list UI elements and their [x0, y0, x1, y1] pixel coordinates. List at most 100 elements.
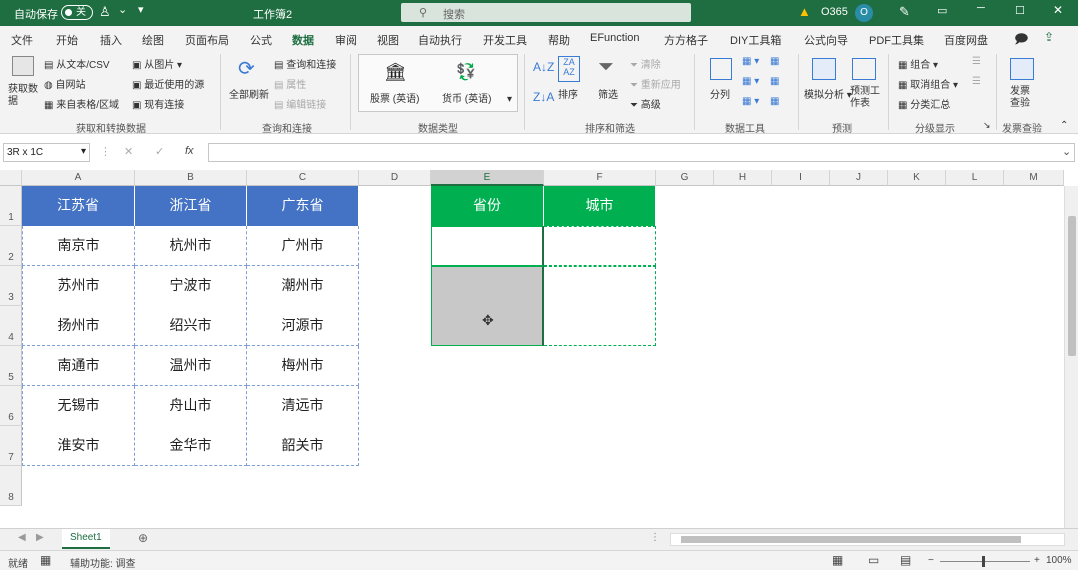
- table-cell-merged[interactable]: 潮州市 河源市: [247, 266, 359, 346]
- reapply-button[interactable]: ⏷ 重新应用: [630, 76, 681, 91]
- tab-diy[interactable]: DIY工具箱: [730, 32, 781, 48]
- show-detail-icon[interactable]: ☰: [972, 56, 981, 67]
- tab-data[interactable]: 数据: [292, 32, 314, 52]
- column-header-b[interactable]: B: [135, 170, 247, 186]
- tab-formulas[interactable]: 公式: [250, 32, 272, 48]
- data-validation-icon[interactable]: ▦ ▾: [742, 96, 759, 107]
- select-all-corner[interactable]: [0, 170, 22, 186]
- vertical-scrollbar[interactable]: [1064, 186, 1078, 528]
- column-header-e[interactable]: E: [431, 170, 544, 186]
- selected-merged-cell[interactable]: ✥: [431, 266, 544, 346]
- column-header-h[interactable]: H: [714, 170, 772, 186]
- sheet-tab-sheet1[interactable]: Sheet1: [62, 529, 110, 549]
- autosave-toggle[interactable]: 关: [61, 5, 93, 20]
- properties-button[interactable]: ▤ 属性: [274, 76, 306, 91]
- normal-view-icon[interactable]: ▦: [832, 553, 843, 567]
- row-header-6[interactable]: 6: [0, 386, 22, 426]
- refresh-all-button[interactable]: 全部刷新: [229, 86, 269, 101]
- coauthor-icon[interactable]: ♙: [99, 4, 111, 20]
- insert-function-button[interactable]: fx: [185, 145, 194, 157]
- share-icon[interactable]: ⇪: [1044, 30, 1054, 44]
- from-text-csv-button[interactable]: ▤ 从文本/CSV: [44, 56, 110, 71]
- outline-launcher-icon[interactable]: ↘: [983, 120, 991, 131]
- tab-help[interactable]: 帮助: [548, 32, 570, 48]
- row-header-4[interactable]: 4: [0, 306, 22, 346]
- tab-split-handle[interactable]: ⋮: [650, 532, 660, 543]
- collapse-ribbon-icon[interactable]: ⌃: [1060, 120, 1068, 131]
- table-header-cell[interactable]: 江苏省: [22, 186, 135, 226]
- advanced-button[interactable]: ⏷ 高级: [630, 96, 661, 111]
- remove-duplicates-icon[interactable]: ▦ ▾: [742, 76, 759, 87]
- search-input[interactable]: ⚲ 搜索: [401, 3, 691, 22]
- row-header-5[interactable]: 5: [0, 346, 22, 386]
- existing-connections-button[interactable]: ▣ 现有连接: [132, 96, 184, 111]
- minimize-icon[interactable]: ─: [977, 2, 985, 14]
- pen-icon[interactable]: ✎: [899, 4, 910, 20]
- page-layout-view-icon[interactable]: ▭: [868, 553, 879, 567]
- empty-cell[interactable]: [544, 266, 656, 346]
- tab-efunction[interactable]: EFunction: [590, 32, 640, 44]
- row-header-2[interactable]: 2: [0, 226, 22, 266]
- table-header-cell[interactable]: 浙江省: [135, 186, 247, 226]
- column-header-m[interactable]: M: [1004, 170, 1064, 186]
- comments-icon[interactable]: 🗩: [1014, 30, 1028, 52]
- tab-draw[interactable]: 绘图: [142, 32, 164, 48]
- tab-pdf[interactable]: PDF工具集: [869, 32, 924, 48]
- data-model-icon[interactable]: ▦: [770, 96, 779, 107]
- warning-icon[interactable]: ▲: [798, 4, 811, 19]
- invoice-check-button[interactable]: 发票查验: [1010, 86, 1036, 110]
- enter-icon[interactable]: ✓: [155, 145, 164, 158]
- queries-connections-button[interactable]: ▤ 查询和连接: [274, 56, 336, 71]
- from-web-button[interactable]: ◍ 自网站: [44, 76, 86, 91]
- flash-fill-icon[interactable]: ▦ ▾: [742, 56, 759, 67]
- subtotal-button[interactable]: ▦ 分类汇总: [898, 96, 950, 111]
- tab-baidu[interactable]: 百度网盘: [944, 32, 988, 48]
- gallery-more-icon[interactable]: ▾: [507, 94, 512, 105]
- column-header-a[interactable]: A: [22, 170, 135, 186]
- table-cell[interactable]: 南京市: [22, 226, 135, 266]
- zoom-out-icon[interactable]: −: [928, 555, 934, 566]
- recent-sources-button[interactable]: ▣ 最近使用的源: [132, 76, 204, 91]
- tab-developer[interactable]: 开发工具: [483, 32, 527, 48]
- table-cell-merged[interactable]: 苏州市 扬州市: [22, 266, 135, 346]
- empty-cell[interactable]: [544, 226, 656, 266]
- prev-sheet-icon[interactable]: ◀: [18, 532, 26, 543]
- sort-az-icon[interactable]: A↓Z: [533, 60, 554, 74]
- table-cell[interactable]: 温州市: [135, 346, 247, 386]
- table-cell[interactable]: 杭州市: [135, 226, 247, 266]
- zoom-level[interactable]: 100%: [1046, 555, 1072, 566]
- tab-fangfang[interactable]: 方方格子: [664, 32, 708, 48]
- get-data-button[interactable]: 获取数据: [8, 84, 38, 108]
- from-table-button[interactable]: ▦ 来自表格/区域: [44, 96, 119, 111]
- stocks-button[interactable]: 股票 (英语): [370, 90, 419, 105]
- ungroup-button[interactable]: ▦ 取消组合 ▾: [898, 76, 958, 91]
- group-button[interactable]: ▦ 组合 ▾: [898, 56, 938, 71]
- empty-cell[interactable]: [431, 226, 544, 266]
- tab-review[interactable]: 审阅: [335, 32, 357, 48]
- consolidate-icon[interactable]: ▦: [770, 56, 779, 67]
- row-header-3[interactable]: 3: [0, 266, 22, 306]
- whatif-button[interactable]: 模拟分析 ▾: [804, 86, 852, 101]
- page-break-view-icon[interactable]: ▤: [900, 553, 911, 567]
- column-header-c[interactable]: C: [247, 170, 359, 186]
- name-box-dropdown-icon[interactable]: ▾: [81, 146, 86, 157]
- column-header-k[interactable]: K: [888, 170, 946, 186]
- zoom-slider[interactable]: [940, 561, 1030, 562]
- horizontal-scrollbar[interactable]: [670, 533, 1065, 546]
- tab-file[interactable]: 文件: [11, 32, 33, 48]
- tab-automate[interactable]: 自动执行: [418, 32, 462, 48]
- table-cell-merged[interactable]: 舟山市 金华市: [135, 386, 247, 466]
- table-cell-merged[interactable]: 宁波市 绍兴市: [135, 266, 247, 346]
- hide-detail-icon[interactable]: ☰: [972, 76, 981, 87]
- next-sheet-icon[interactable]: ▶: [36, 532, 44, 543]
- table-cell[interactable]: 梅州市: [247, 346, 359, 386]
- edit-links-button[interactable]: ▤ 编辑链接: [274, 96, 326, 111]
- scrollbar-thumb[interactable]: [1068, 216, 1076, 356]
- row-header-7[interactable]: 7: [0, 426, 22, 466]
- column-header-g[interactable]: G: [656, 170, 714, 186]
- table-cell-merged[interactable]: 无锡市 淮安市: [22, 386, 135, 466]
- table-cell-merged[interactable]: 清远市 韶关市: [247, 386, 359, 466]
- table-cell[interactable]: 广州市: [247, 226, 359, 266]
- column-header-l[interactable]: L: [946, 170, 1004, 186]
- filter-button[interactable]: 筛选: [598, 86, 618, 101]
